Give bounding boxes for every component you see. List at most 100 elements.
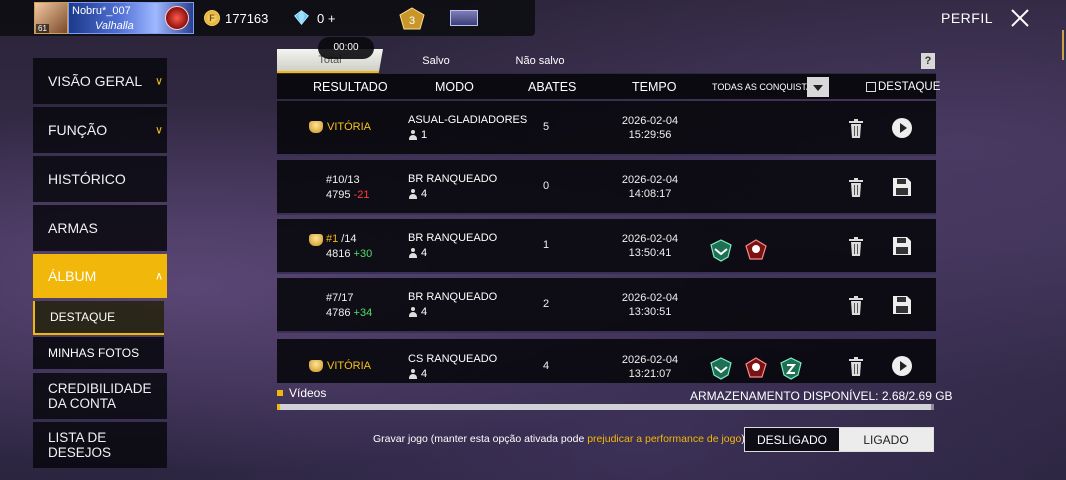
storage-used-marker [277, 404, 280, 410]
achievement-green-wings-icon [710, 239, 732, 262]
guild-emblem-icon [165, 6, 189, 30]
save-icon[interactable] [892, 295, 912, 315]
sidebar-item-historico[interactable]: HISTÓRICO [33, 156, 167, 202]
table-row[interactable]: #7/17 4786 +34 BR RANQUEADO 4 2 2026-02-… [277, 278, 936, 333]
rank-total: /14 [341, 233, 357, 245]
chevron-down-icon: ∨ [154, 124, 163, 137]
player-count: 4 [408, 247, 528, 259]
gold-count: 177163 [225, 11, 269, 26]
kills-value: 5 [543, 121, 550, 133]
kills-value: 4 [543, 360, 550, 372]
chevron-down-icon: ∨ [154, 75, 163, 88]
header-time: TEMPO [632, 80, 677, 94]
sidebar-item-label-line2: DA CONTA [48, 396, 117, 411]
rank-value: #1 [326, 233, 339, 245]
corner-decoration [1024, 30, 1064, 60]
play-icon[interactable] [892, 118, 912, 138]
mode-name: BR RANQUEADO [408, 291, 498, 303]
table-row[interactable]: VITÓRIA CS RANQUEADO 4 4 2026-02-04 13:2… [277, 339, 936, 383]
record-warning: prejudicar a performance de jogo [587, 433, 742, 445]
score-delta: +34 [353, 307, 373, 319]
storage-info: ARMAZENAMENTO DISPONÍVEL: 2.68/2.69 GB [690, 389, 953, 403]
trash-icon[interactable] [848, 119, 864, 139]
trophy-icon [309, 233, 323, 246]
trash-icon[interactable] [848, 178, 864, 198]
player-count-value: 4 [421, 247, 428, 259]
sidebar-item-funcao[interactable]: FUNÇÃO ∨ [33, 107, 167, 153]
sidebar-item-label: ARMAS [48, 220, 98, 236]
avatar[interactable]: 61 [34, 2, 68, 34]
diamond-icon [294, 10, 309, 25]
sidebar-subitem-minhas-fotos[interactable]: MINHAS FOTOS [33, 337, 164, 369]
sidebar-item-label-line1: LISTA DE [48, 430, 107, 445]
diamond-count[interactable]: 0 + [317, 11, 335, 26]
achievements-dropdown[interactable] [807, 77, 829, 97]
table-row[interactable]: VITÓRIA ASUAL-GLADIADORES FF 1 5 2026-02… [277, 101, 936, 156]
time-value: 13:50:41 [628, 247, 672, 259]
tab-salvo[interactable]: Salvo [383, 49, 489, 73]
rank-badge-icon[interactable]: 3 [398, 7, 426, 31]
trash-icon[interactable] [848, 237, 864, 257]
highlight-checkbox[interactable] [866, 82, 876, 92]
diamond-add: + [327, 11, 336, 26]
sidebar-subitem-destaque[interactable]: DESTAQUE [33, 301, 164, 335]
achievement-red-skull-icon [745, 357, 767, 378]
sidebar-item-label: VISÃO GERAL [48, 73, 143, 89]
recording-timer: 00:00 [318, 37, 374, 59]
mode-name: ASUAL-GLADIADORES FF [408, 114, 528, 126]
save-icon[interactable] [892, 236, 912, 256]
mode-cell: BR RANQUEADO 4 [408, 173, 528, 200]
album-panel: Total Salvo Não salvo ? RESULTADO MODO A… [277, 45, 940, 385]
date-value: 2026-02-04 [621, 115, 679, 127]
time-value: 13:30:51 [628, 306, 672, 318]
mode-name: BR RANQUEADO [408, 173, 498, 185]
sidebar-item-label-line2: DESEJOS [48, 445, 112, 460]
sidebar-item-credibilidade[interactable]: CREDIBILIDADE DA CONTA [33, 373, 167, 419]
kills-value: 1 [543, 239, 550, 251]
sidebar-item-lista-desejos[interactable]: LISTA DE DESEJOS [33, 422, 167, 468]
record-setting-text: Gravar jogo (manter esta opção ativada p… [373, 433, 748, 445]
sidebar-item-armas[interactable]: ARMAS [33, 205, 167, 251]
toggle-off-button[interactable]: DESLIGADO [745, 428, 839, 451]
player-banner[interactable]: Nobru*_007 Valhalla [68, 2, 194, 34]
rank-value: #7 [326, 292, 339, 304]
table-row[interactable]: #10/13 4795 -21 BR RANQUEADO 4 0 2026-02… [277, 160, 936, 215]
date-value: 2026-02-04 [621, 174, 679, 186]
mode-name: CS RANQUEADO [408, 353, 498, 365]
header-result: RESULTADO [313, 80, 388, 94]
time-cell: 2026-02-04 15:29:56 [610, 114, 690, 142]
toggle-on-button[interactable]: LIGADO [839, 428, 933, 451]
time-value: 13:21:07 [628, 368, 672, 380]
sidebar-item-label-line1: CREDIBILIDADE [48, 381, 152, 396]
score-delta: -21 [353, 189, 370, 201]
play-icon[interactable] [892, 356, 912, 376]
sidebar-subitem-label: MINHAS FOTOS [48, 346, 140, 360]
tab-nao-salvo[interactable]: Não salvo [489, 49, 591, 73]
rank-value: #10 [326, 174, 345, 186]
sidebar-item-visao-geral[interactable]: VISÃO GERAL ∨ [33, 58, 167, 104]
header-mode: MODO [435, 80, 474, 94]
help-icon[interactable]: ? [921, 53, 935, 69]
tab-label: Não salvo [515, 55, 565, 67]
trash-icon[interactable] [848, 357, 864, 377]
achievement-green-wings-icon [710, 357, 732, 380]
result-label: VITÓRIA [327, 360, 372, 372]
close-icon[interactable] [1006, 4, 1034, 32]
toggle-off-label: DESLIGADO [756, 432, 828, 447]
storage-label: ARMAZENAMENTO DISPONÍVEL: [690, 389, 879, 403]
rank-cell: #1/14 4816 +30 [309, 232, 372, 262]
trash-icon[interactable] [848, 296, 864, 316]
mode-cell: ASUAL-GLADIADORES FF 1 [408, 114, 528, 141]
score-value: 4795 [326, 189, 351, 201]
storage-value: 2.68/2.69 GB [881, 389, 953, 403]
table-row[interactable]: #1/14 4816 +30 BR RANQUEADO 4 1 2026-02-… [277, 219, 936, 274]
sidebar-item-album[interactable]: ÁLBUM ∧ [33, 254, 167, 298]
videos-label: Vídeos [277, 386, 326, 400]
header-highlight: DESTAQUE [878, 81, 941, 93]
time-value: 15:29:56 [628, 129, 672, 141]
sidebar-subitem-label: DESTAQUE [50, 310, 116, 324]
flag-icon[interactable] [450, 10, 478, 26]
save-icon[interactable] [892, 177, 912, 197]
person-icon [408, 189, 418, 199]
perfil-title: PERFIL [941, 10, 994, 26]
